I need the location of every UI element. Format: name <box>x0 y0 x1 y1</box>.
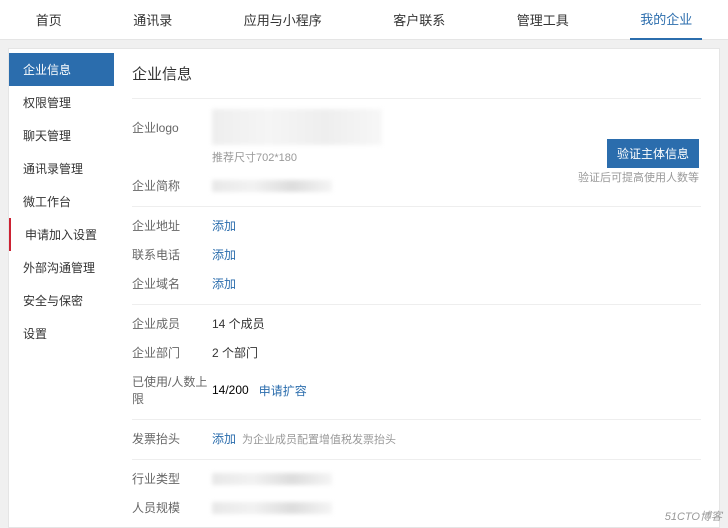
divider <box>132 419 701 420</box>
value-members: 14 个成员 <box>212 315 701 332</box>
row-members: 企业成员 14 个成员 <box>132 315 701 332</box>
sidebar: 企业信息权限管理聊天管理通讯录管理微工作台申请加入设置外部沟通管理安全与保密设置 <box>9 49 114 527</box>
watermark: 51CTO博客 <box>665 508 722 524</box>
top-nav-item[interactable]: 首页 <box>26 0 72 40</box>
row-phone: 联系电话 添加 <box>132 246 701 263</box>
sidebar-item-workbench[interactable]: 微工作台 <box>9 185 114 218</box>
add-invoice-link[interactable]: 添加 <box>212 430 236 447</box>
main-content: 企业信息 验证主体信息 验证后可提高使用人数等 企业logo 推荐尺寸702*1… <box>114 49 719 527</box>
sidebar-item-chat[interactable]: 聊天管理 <box>9 119 114 152</box>
sidebar-item-external[interactable]: 外部沟通管理 <box>9 251 114 284</box>
value-limit: 14/200 <box>212 383 249 397</box>
sidebar-item-security[interactable]: 安全与保密 <box>9 284 114 317</box>
sidebar-item-contacts[interactable]: 通讯录管理 <box>9 152 114 185</box>
value-industry <box>212 473 332 485</box>
page-title: 企业信息 <box>132 63 701 84</box>
sidebar-item-company-info[interactable]: 企业信息 <box>9 53 114 86</box>
logo-image <box>212 109 382 145</box>
label-industry: 行业类型 <box>132 470 212 487</box>
label-phone: 联系电话 <box>132 246 212 263</box>
top-nav-item[interactable]: 通讯录 <box>123 0 182 40</box>
expand-link[interactable]: 申请扩容 <box>259 382 307 399</box>
label-limit: 已使用/人数上限 <box>132 373 212 407</box>
label-shortname: 企业简称 <box>132 177 212 194</box>
main-container: 企业信息权限管理聊天管理通讯录管理微工作台申请加入设置外部沟通管理安全与保密设置… <box>8 48 720 528</box>
value-departments: 2 个部门 <box>212 344 701 361</box>
divider <box>132 98 701 99</box>
row-limit: 已使用/人数上限 14/200 申请扩容 <box>132 373 701 407</box>
divider <box>132 459 701 460</box>
add-domain-link[interactable]: 添加 <box>212 275 236 292</box>
label-departments: 企业部门 <box>132 344 212 361</box>
label-members: 企业成员 <box>132 315 212 332</box>
value-shortname <box>212 180 332 192</box>
top-nav-item[interactable]: 客户联系 <box>383 0 455 40</box>
verify-hint: 验证后可提高使用人数等 <box>578 169 699 185</box>
add-address-link[interactable]: 添加 <box>212 217 236 234</box>
row-invoice: 发票抬头 添加 为企业成员配置增值税发票抬头 <box>132 430 701 447</box>
invoice-hint: 为企业成员配置增值税发票抬头 <box>242 431 396 447</box>
divider <box>132 206 701 207</box>
label-domain: 企业域名 <box>132 275 212 292</box>
row-industry: 行业类型 <box>132 470 701 487</box>
verify-button[interactable]: 验证主体信息 <box>607 139 699 168</box>
row-departments: 企业部门 2 个部门 <box>132 344 701 361</box>
top-nav-item[interactable]: 管理工具 <box>507 0 579 40</box>
value-scale <box>212 502 332 514</box>
label-address: 企业地址 <box>132 217 212 234</box>
label-scale: 人员规模 <box>132 499 212 516</box>
label-logo: 企业logo <box>132 119 212 136</box>
row-domain: 企业域名 添加 <box>132 275 701 292</box>
add-phone-link[interactable]: 添加 <box>212 246 236 263</box>
label-invoice: 发票抬头 <box>132 430 212 447</box>
top-nav: 首页 通讯录 应用与小程序 客户联系 管理工具 我的企业 <box>0 0 728 40</box>
sidebar-item-join-settings[interactable]: 申请加入设置 <box>9 218 114 251</box>
sidebar-item-settings[interactable]: 设置 <box>9 317 114 350</box>
top-nav-item[interactable]: 我的企业 <box>630 0 702 40</box>
row-scale: 人员规模 <box>132 499 701 516</box>
sidebar-item-permission[interactable]: 权限管理 <box>9 86 114 119</box>
top-nav-item[interactable]: 应用与小程序 <box>234 0 332 40</box>
row-address: 企业地址 添加 <box>132 217 701 234</box>
divider <box>132 304 701 305</box>
